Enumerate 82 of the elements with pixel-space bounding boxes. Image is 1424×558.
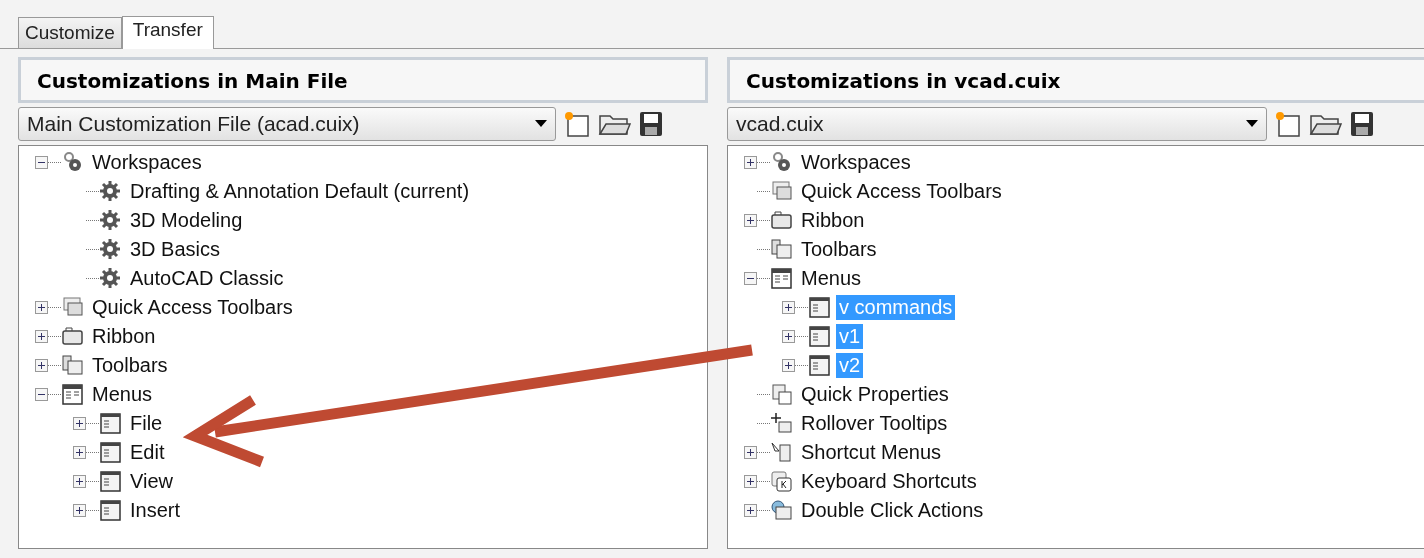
expand-icon[interactable] [35, 330, 48, 343]
tree-item[interactable]: Rollover Tooltips [798, 411, 951, 436]
expand-icon[interactable] [744, 156, 757, 169]
tree-item[interactable]: Quick Properties [798, 382, 952, 407]
folder-tab-icon [61, 325, 84, 348]
tree-item[interactable]: Toolbars [89, 353, 171, 378]
tree-item[interactable]: Quick Access Toolbars [89, 295, 296, 320]
dropdown-value: vcad.cuix [736, 112, 824, 136]
cursor-menu-icon [770, 441, 793, 464]
tree-item[interactable]: 3D Basics [127, 237, 224, 262]
expand-icon[interactable] [35, 301, 48, 314]
tooltip-icon [770, 412, 793, 435]
tree-item[interactable]: 3D Modeling [127, 208, 246, 233]
window-icon [808, 296, 831, 319]
tree-item[interactable]: AutoCAD Classic [127, 266, 287, 291]
tree-item[interactable]: Keyboard Shortcuts [798, 469, 980, 494]
toolbar-icon [61, 354, 84, 377]
gears-icon [61, 151, 84, 174]
stacked-windows-icon [61, 296, 84, 319]
expand-icon[interactable] [782, 301, 795, 314]
collapse-icon[interactable] [744, 272, 757, 285]
tree-item[interactable]: Double Click Actions [798, 498, 987, 523]
expand-icon[interactable] [782, 359, 795, 372]
caret-icon [1246, 120, 1258, 128]
gear-icon [99, 267, 122, 290]
tab[interactable]: Customize [18, 17, 122, 48]
open-folder-icon[interactable] [1309, 112, 1343, 136]
expand-icon[interactable] [73, 475, 86, 488]
tree-item[interactable]: Workspaces [89, 150, 205, 175]
tree-item[interactable]: File [127, 411, 166, 436]
tree-item[interactable]: Quick Access Toolbars [798, 179, 1005, 204]
toolbar-icon [770, 238, 793, 261]
collapse-icon[interactable] [35, 388, 48, 401]
file-dropdown[interactable]: Main Customization File (acad.cuix) [18, 107, 556, 141]
expand-icon[interactable] [782, 330, 795, 343]
tree-item[interactable]: Drafting & Annotation Default (current) [127, 179, 473, 204]
expand-icon[interactable] [73, 504, 86, 517]
panel-title: Customizations in Main File [18, 57, 708, 103]
file-dropdown[interactable]: vcad.cuix [727, 107, 1267, 141]
tree-item[interactable]: View [127, 469, 176, 494]
expand-icon[interactable] [744, 504, 757, 517]
save-icon[interactable] [1349, 110, 1375, 138]
save-icon[interactable] [638, 110, 664, 138]
expand-icon[interactable] [73, 417, 86, 430]
open-folder-icon[interactable] [598, 112, 632, 136]
tree-item[interactable]: Menus [89, 382, 156, 407]
tree-item[interactable]: Shortcut Menus [798, 440, 945, 465]
expand-icon[interactable] [73, 446, 86, 459]
window-icon [808, 354, 831, 377]
properties-icon [770, 383, 793, 406]
menu-window-icon [770, 267, 793, 290]
gear-icon [99, 238, 122, 261]
expand-icon[interactable] [35, 359, 48, 372]
window-icon [808, 325, 831, 348]
tree-item[interactable]: Insert [127, 498, 184, 523]
window-icon [99, 441, 122, 464]
window-icon [99, 412, 122, 435]
tree-item[interactable]: Edit [127, 440, 168, 465]
tree-item[interactable]: Toolbars [798, 237, 880, 262]
tab[interactable]: Transfer [121, 16, 214, 49]
expand-icon[interactable] [744, 446, 757, 459]
double-click-icon [770, 499, 793, 522]
gear-icon [99, 180, 122, 203]
tree-item[interactable]: Menus [798, 266, 865, 291]
window-icon [99, 499, 122, 522]
stacked-windows-icon [770, 180, 793, 203]
tree-item[interactable]: Ribbon [89, 324, 159, 349]
new-file-icon[interactable] [1273, 110, 1303, 138]
tree-item[interactable]: Ribbon [798, 208, 868, 233]
expand-icon[interactable] [744, 214, 757, 227]
menu-window-icon [61, 383, 84, 406]
gears-icon [770, 151, 793, 174]
panel-title: Customizations in vcad.cuix [727, 57, 1424, 103]
gear-icon [99, 209, 122, 232]
caret-icon [535, 120, 547, 128]
folder-tab-icon [770, 209, 793, 232]
tree-item[interactable]: Workspaces [798, 150, 914, 175]
collapse-icon[interactable] [35, 156, 48, 169]
window-icon [99, 470, 122, 493]
dropdown-value: Main Customization File (acad.cuix) [27, 112, 360, 136]
expand-icon[interactable] [744, 475, 757, 488]
new-file-icon[interactable] [562, 110, 592, 138]
